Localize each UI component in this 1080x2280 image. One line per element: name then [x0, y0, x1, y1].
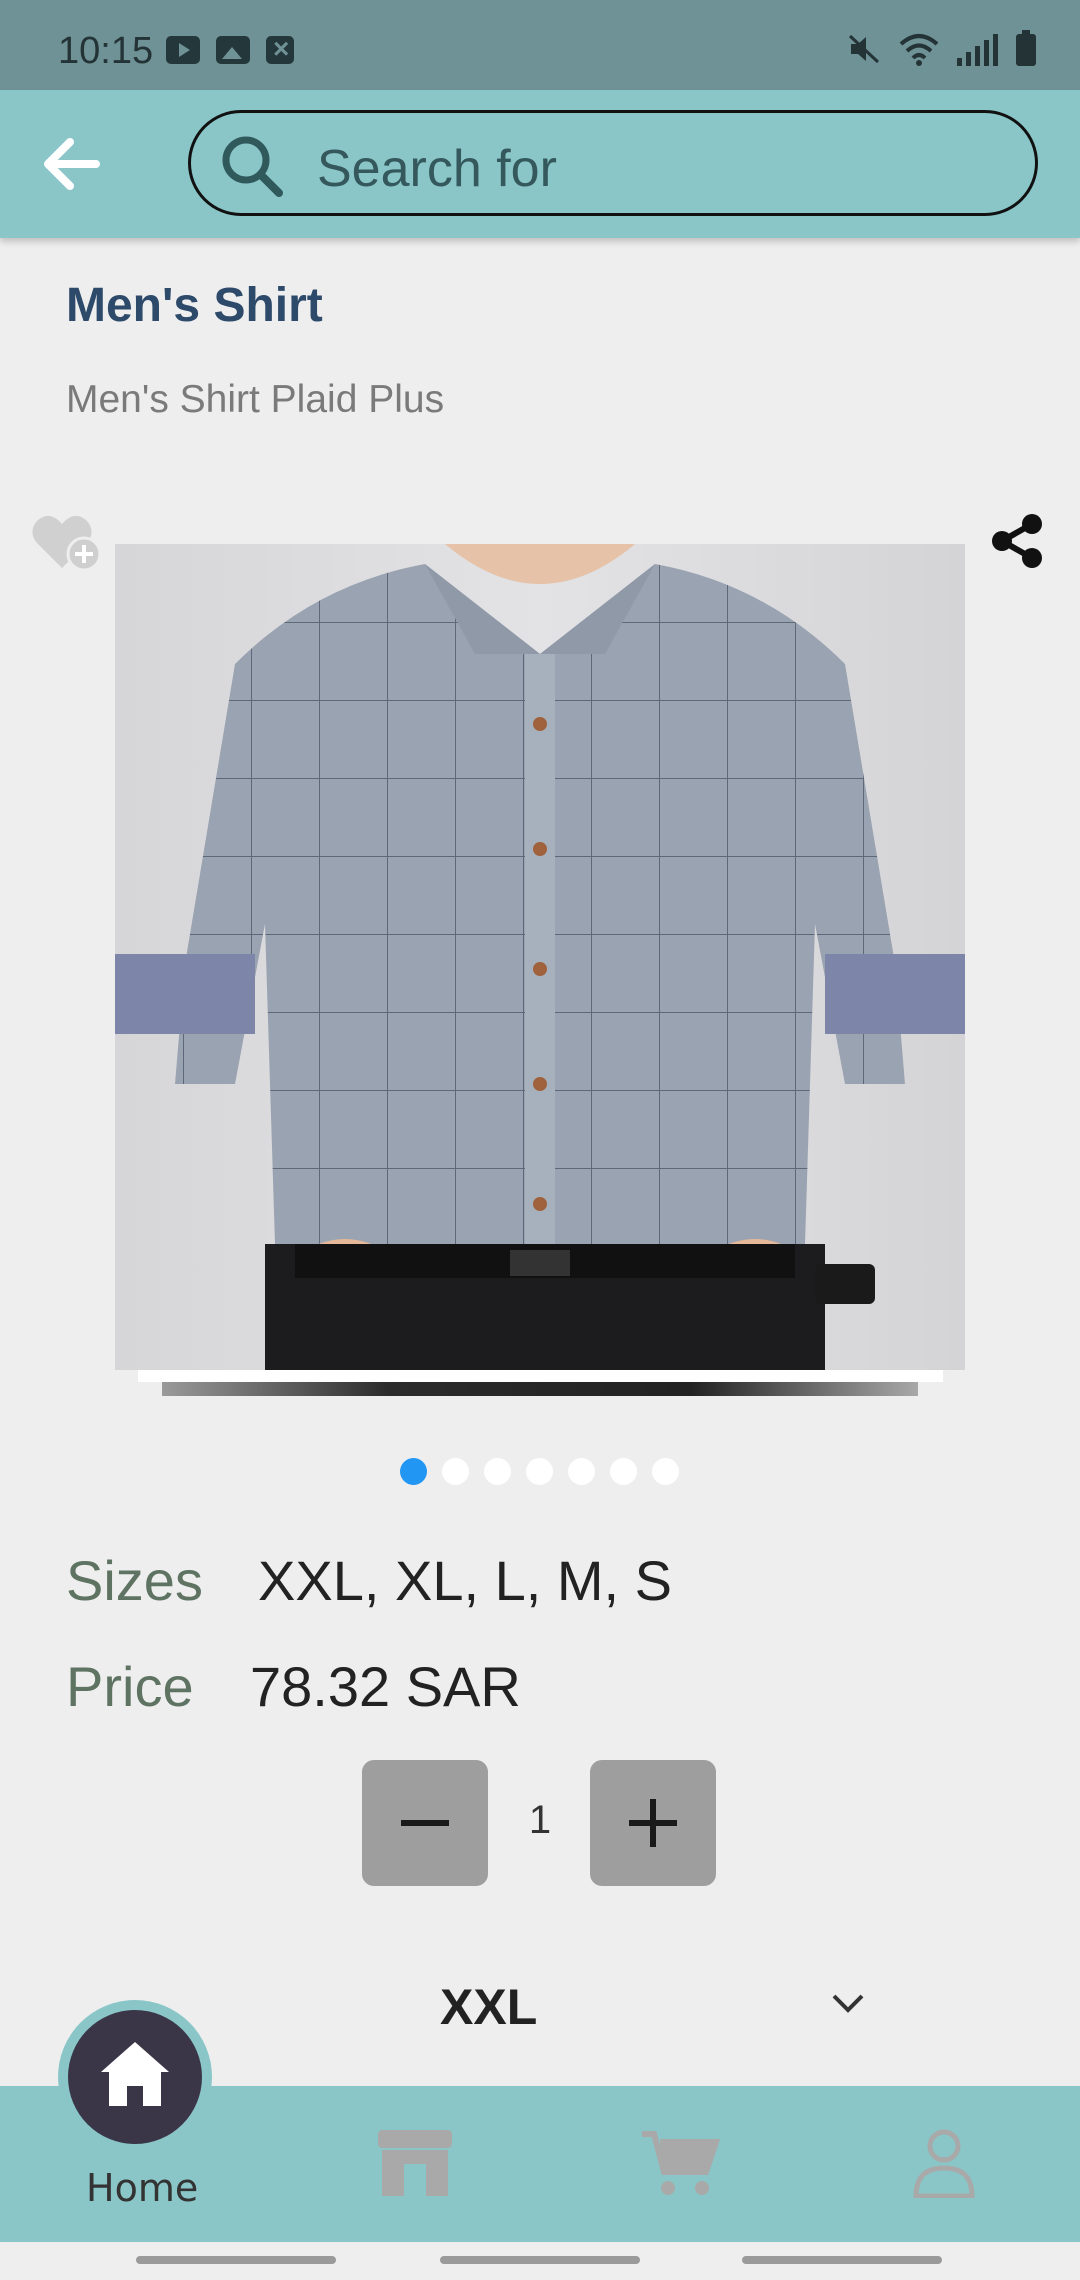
image-pagination [400, 1458, 679, 1485]
home-icon [101, 2042, 169, 2106]
gallery-icon [216, 36, 250, 64]
pagination-dot[interactable] [400, 1458, 427, 1485]
chevron-down-icon [832, 1994, 864, 2013]
gesture-bar [136, 2256, 336, 2264]
pagination-dot[interactable] [442, 1458, 469, 1485]
image-thumb-strip [162, 1382, 918, 1396]
product-title: Men's Shirt [66, 279, 323, 332]
product-subtitle: Men's Shirt Plaid Plus [66, 378, 445, 421]
search-icon [222, 136, 283, 197]
price-label: Price [66, 1655, 194, 1718]
increase-quantity-button[interactable] [590, 1760, 716, 1886]
nav-home-label: Home [86, 2166, 199, 2210]
decrease-quantity-button[interactable] [362, 1760, 488, 1886]
signal-icon [957, 34, 998, 66]
store-icon[interactable] [372, 2128, 458, 2198]
plus-icon [629, 1799, 677, 1847]
pagination-dot[interactable] [568, 1458, 595, 1485]
sizes-label: Sizes [66, 1549, 203, 1612]
back-arrow-icon [44, 138, 100, 190]
price-value: 78.32 SAR [250, 1655, 521, 1718]
image-underline [138, 1370, 943, 1382]
wifi-icon [899, 34, 939, 66]
cart-icon[interactable] [640, 2128, 720, 2198]
minus-icon [401, 1820, 449, 1826]
search-placeholder: Search for [317, 140, 557, 198]
youtube-icon [166, 36, 200, 64]
back-button[interactable] [36, 128, 108, 200]
battery-icon [1016, 30, 1036, 66]
pagination-dot[interactable] [610, 1458, 637, 1485]
product-image[interactable] [115, 544, 965, 1370]
add-favorite-icon[interactable] [30, 512, 104, 574]
pagination-dot[interactable] [484, 1458, 511, 1485]
quantity-value: 1 [528, 1798, 552, 1842]
search-input[interactable]: Search for [188, 110, 1038, 216]
shirt-illustration [115, 544, 965, 1370]
notification-x-icon [266, 33, 294, 65]
share-icon[interactable] [988, 512, 1046, 570]
nav-home-button[interactable] [68, 2010, 202, 2144]
status-system-icons [847, 30, 1036, 66]
gesture-bar [440, 2256, 640, 2264]
gesture-bar [742, 2256, 942, 2264]
app-bar: Search for [0, 90, 1080, 238]
size-dropdown-value: XXL [440, 1979, 538, 2035]
status-bar: 10:15 [0, 0, 1080, 90]
size-dropdown[interactable]: XXL [380, 1960, 880, 2040]
status-time: 10:15 [58, 30, 154, 72]
user-icon[interactable] [912, 2128, 976, 2198]
status-notification-icons [166, 33, 294, 65]
pagination-dot[interactable] [526, 1458, 553, 1485]
sizes-value: XXL, XL, L, M, S [258, 1549, 672, 1612]
mute-icon [848, 34, 880, 64]
pagination-dot[interactable] [652, 1458, 679, 1485]
